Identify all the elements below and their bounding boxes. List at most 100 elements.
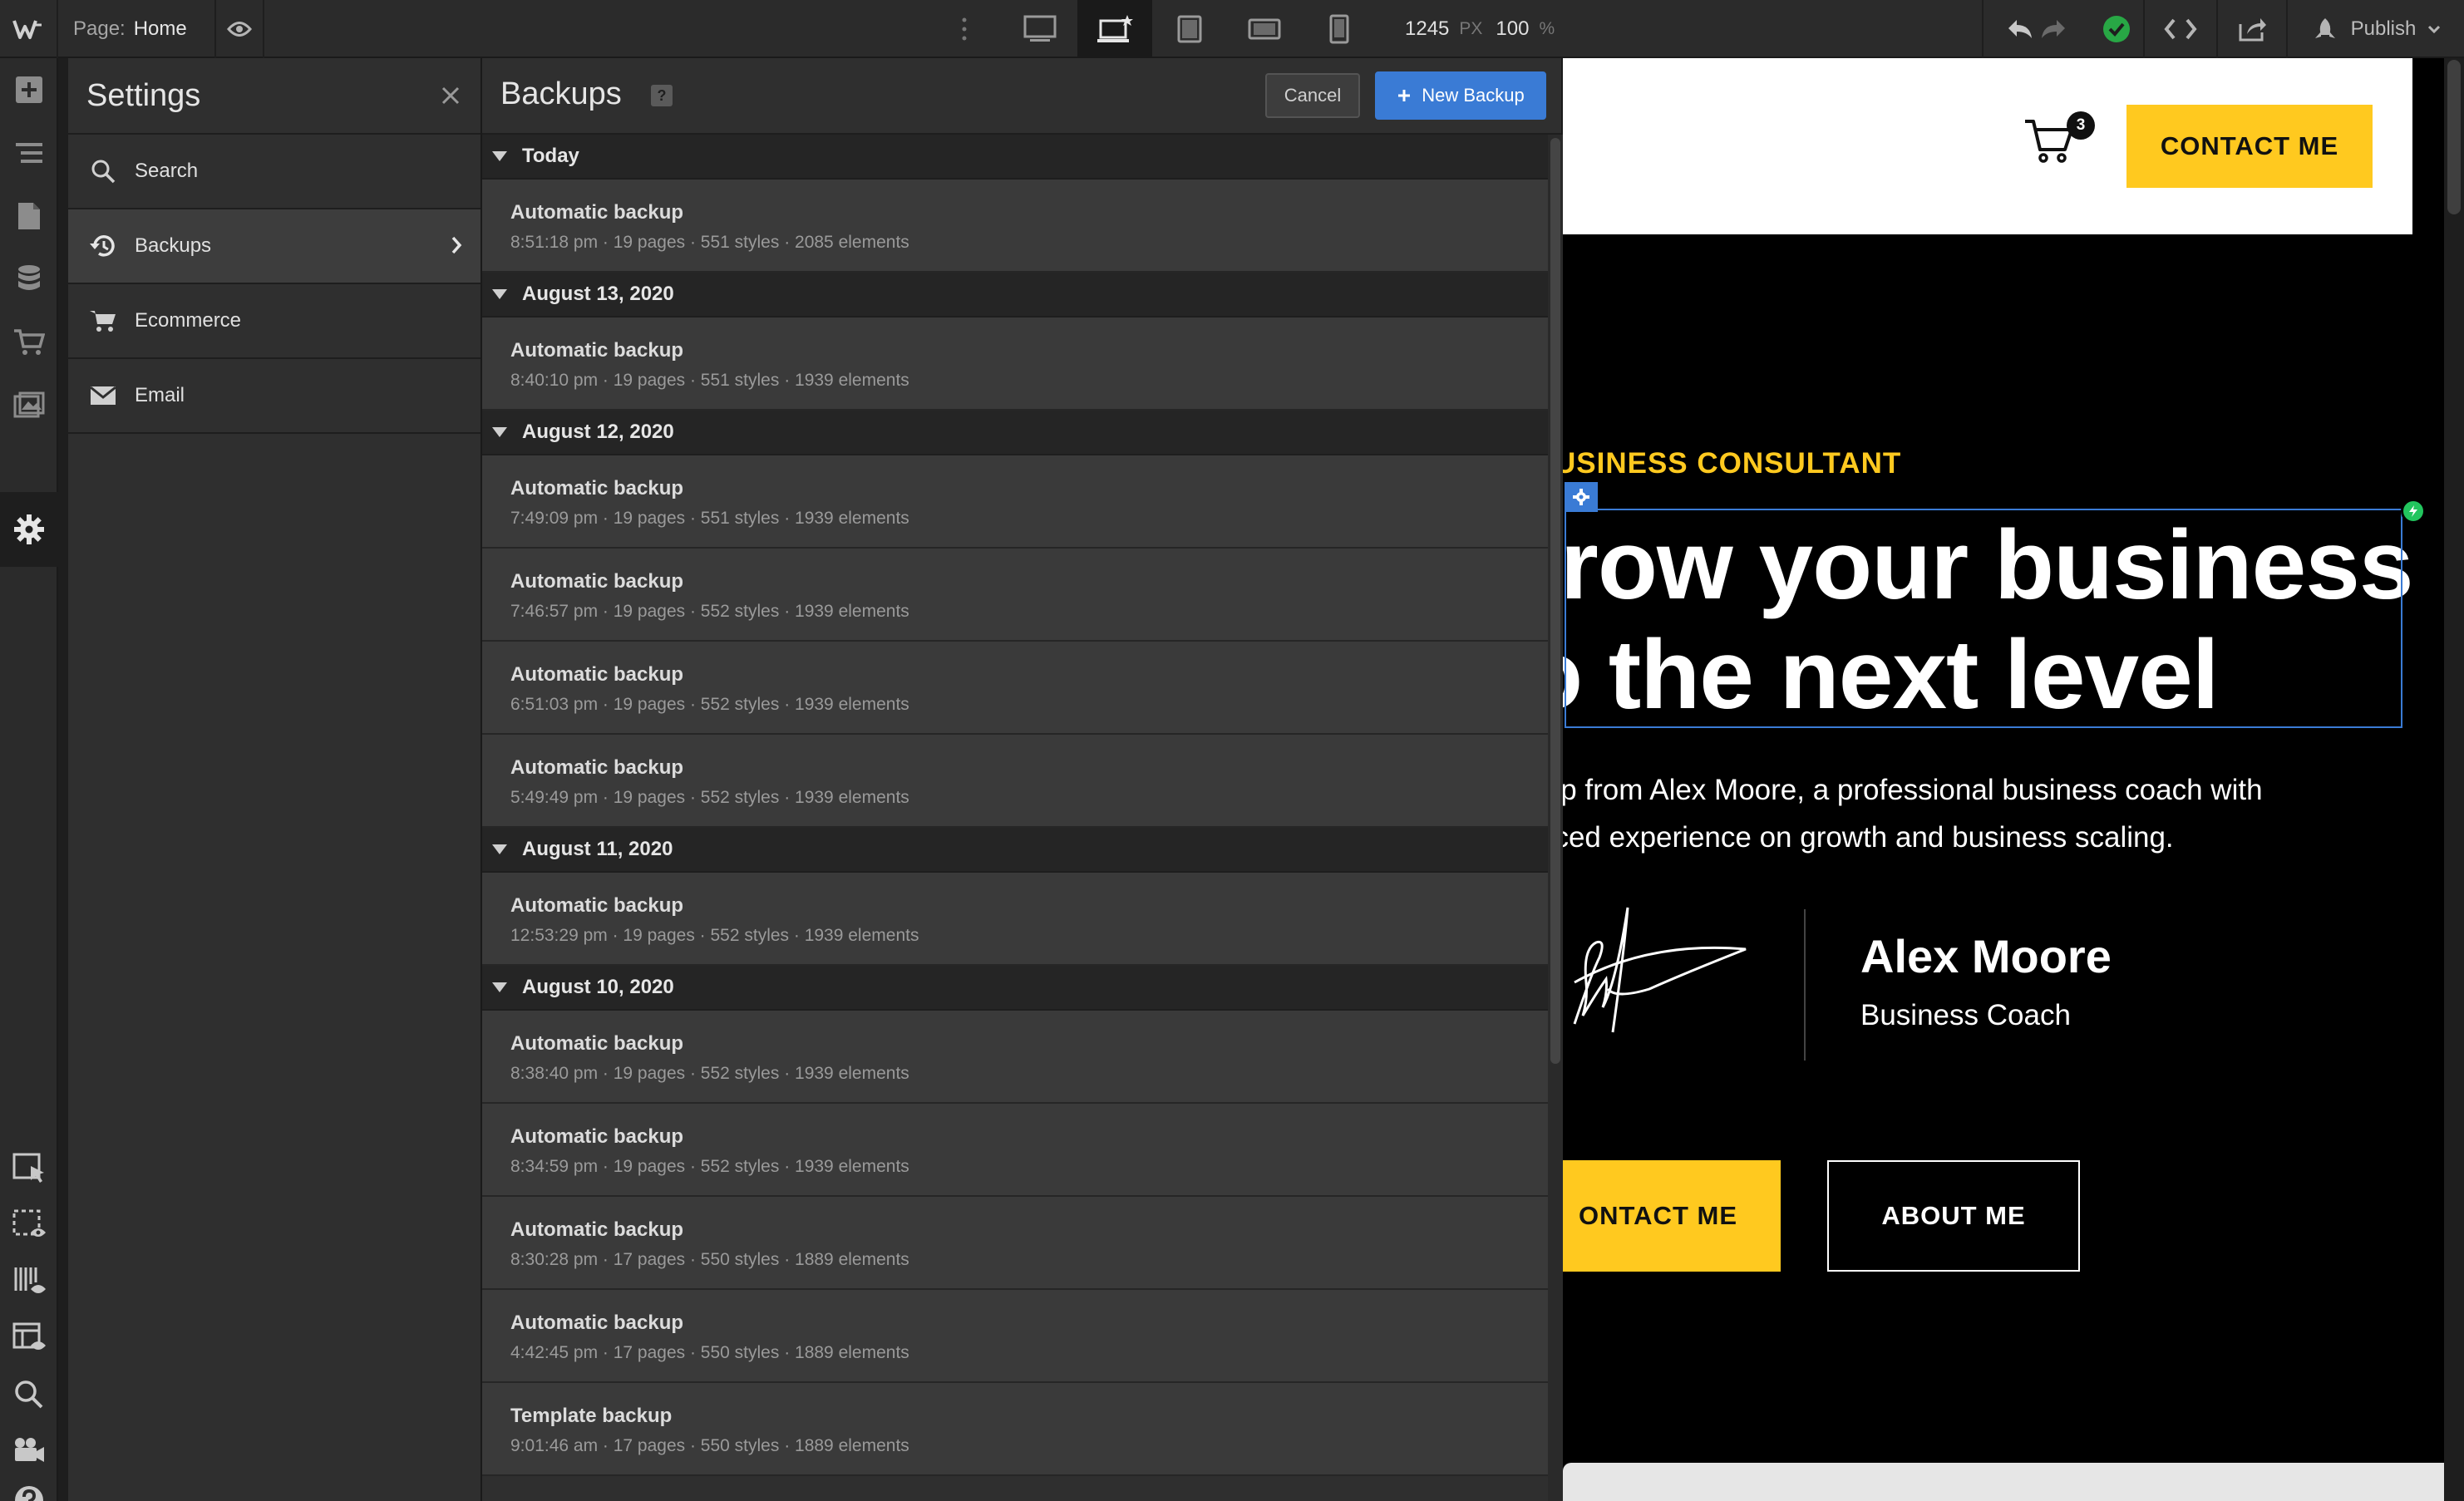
backup-meta: 7:49:09 pm · 19 pages · 551 styles · 193… [510,509,909,528]
settings-item-ecommerce[interactable]: Ecommerce [68,284,480,359]
backup-item[interactable]: Automatic backup 8:38:40 pm · 19 pages · … [482,1011,1548,1104]
design-canvas[interactable]: 3 CONTACT ME USINESS CONSULTANT rrow you… [1563,58,2446,1501]
mobile-portrait-breakpoint-icon[interactable] [1302,0,1377,58]
paragraph-line: elp from Alex Moore, a professional busi… [1563,774,2263,806]
desktop-breakpoint-icon[interactable] [1003,0,1077,58]
hero-contact-button[interactable]: ONTACT ME [1563,1160,1781,1272]
scrollbar-thumb[interactable] [2447,60,2461,214]
cancel-button[interactable]: Cancel [1265,73,1360,118]
settings-title: Settings [86,77,201,113]
caret-down-icon [492,844,507,854]
backup-name: Automatic backup [510,894,684,917]
backup-item[interactable]: Automatic backup 8:30:28 pm · 17 pages · … [482,1197,1548,1290]
coach-role[interactable]: Business Coach [1860,999,2071,1032]
settings-item-backups[interactable]: Backups [68,209,480,284]
add-elements-icon[interactable] [0,58,58,121]
canvas-size-readout[interactable]: 1245 PX 100 % [1405,0,1555,58]
caret-down-icon [492,151,507,161]
publish-button[interactable]: Publish [2286,0,2464,58]
coach-name[interactable]: Alex Moore [1860,929,2112,983]
top-toolbar: Page: Home 1245 PX 100 % Publish [0,0,2464,58]
status-check-icon[interactable] [2090,0,2143,58]
backup-item[interactable]: Automatic backup 12:53:29 pm · 19 pages ·… [482,873,1548,966]
envelope-icon [88,381,118,411]
settings-item-email[interactable]: Email [68,359,480,434]
backup-meta: 7:46:57 pm · 19 pages · 552 styles · 193… [510,602,909,621]
backup-item[interactable]: Automatic backup 5:49:49 pm · 19 pages · … [482,735,1548,828]
settings-item-search[interactable]: Search [68,135,480,209]
backup-item[interactable]: Template backup 9:01:46 am · 17 pages · 5… [482,1383,1548,1476]
select-element-icon[interactable] [0,1137,58,1200]
navigator-icon[interactable] [0,121,58,185]
more-vertical-icon[interactable] [949,0,979,58]
backup-name: Template backup [510,1405,673,1427]
ecommerce-cart-icon[interactable] [0,311,58,374]
x-ray-mode-icon[interactable] [0,1250,58,1313]
settings-item-label: Email [135,384,185,406]
backup-item[interactable]: Automatic backup 6:51:03 pm · 19 pages · … [482,642,1548,735]
share-icon[interactable] [2216,0,2286,58]
backup-item[interactable]: Automatic backup 8:51:18 pm · 19 pages · … [482,180,1548,273]
backup-group-header[interactable]: August 11, 2020 [482,828,1548,873]
backups-panel: Backups ? Cancel New Backup Today Automa… [482,58,1563,1501]
backup-name: Automatic backup [510,201,684,224]
page-selector[interactable]: Page: Home [73,0,187,58]
pages-icon[interactable] [0,185,58,248]
page-label: Page: [73,17,126,40]
page-name: Home [133,17,187,40]
backup-meta: 4:42:45 pm · 17 pages · 550 styles · 188… [510,1343,909,1362]
about-me-button[interactable]: ABOUT ME [1827,1160,2080,1272]
undo-redo-group [1982,0,2090,58]
laptop-breakpoint-icon[interactable] [1077,0,1152,58]
help-icon[interactable] [0,1471,58,1501]
backup-list: Today Automatic backup 8:51:18 pm · 19 pa… [482,135,1548,1476]
mobile-landscape-breakpoint-icon[interactable] [1227,0,1302,58]
plus-icon [1398,90,1411,101]
canvas-width[interactable]: 1245 [1405,17,1449,41]
tablet-breakpoint-icon[interactable] [1152,0,1227,58]
show-edges-icon[interactable] [0,1193,58,1257]
preview-eye-icon[interactable] [214,0,264,58]
backup-item[interactable]: Automatic backup 8:40:10 pm · 19 pages · … [482,317,1548,411]
search-icon[interactable] [0,1363,58,1426]
code-export-icon[interactable] [2143,0,2216,58]
backup-group-header[interactable]: August 13, 2020 [482,273,1548,317]
backup-group-header[interactable]: August 10, 2020 [482,966,1548,1011]
element-settings-gear-icon[interactable] [1565,482,1598,512]
help-badge-icon[interactable]: ? [651,85,673,106]
settings-gear-icon[interactable] [0,492,58,567]
assets-icon[interactable] [0,374,58,437]
backup-item[interactable]: Automatic backup 7:49:09 pm · 19 pages · … [482,455,1548,549]
backup-item[interactable]: Automatic backup 4:42:45 pm · 17 pages · … [482,1290,1548,1383]
header-contact-button[interactable]: CONTACT ME [2126,105,2373,188]
hero-eyebrow[interactable]: USINESS CONSULTANT [1563,447,1901,480]
canvas-zoom[interactable]: 100 [1496,17,1529,41]
backup-name: Automatic backup [510,477,684,500]
undo-redo-icon[interactable] [2003,17,2070,42]
cms-database-icon[interactable] [0,248,58,311]
webflow-logo-icon[interactable] [0,0,58,58]
backup-item[interactable]: Automatic backup 8:34:59 pm · 19 pages · … [482,1104,1548,1197]
backup-item[interactable]: Automatic backup 7:46:57 pm · 19 pages · … [482,549,1548,642]
publish-label: Publish [2350,17,2417,40]
interaction-bolt-icon[interactable] [2401,499,2426,524]
canvas-scrollbar[interactable] [2444,58,2464,1501]
backup-group-date: August 11, 2020 [522,838,673,860]
backup-group-date: August 12, 2020 [522,421,674,443]
backups-header: Backups ? Cancel New Backup [482,58,1561,135]
search-icon [88,156,118,186]
new-backup-button[interactable]: New Backup [1375,71,1546,120]
signature-image [1573,907,1747,1033]
scrollbar-thumb[interactable] [1550,138,1560,1064]
close-icon[interactable] [441,86,461,106]
backup-list-scrollbar[interactable] [1548,135,1563,1501]
caret-down-icon [492,289,507,299]
settings-header: Settings [68,58,480,135]
new-backup-label: New Backup [1422,85,1525,106]
backup-group-header[interactable]: August 12, 2020 [482,411,1548,455]
backup-meta: 9:01:46 am · 17 pages · 550 styles · 188… [510,1436,909,1455]
backup-group-header[interactable]: Today [482,135,1548,180]
preview-layout-icon[interactable] [0,1307,58,1370]
hero-paragraph[interactable]: elp from Alex Moore, a professional busi… [1563,766,2263,861]
canvas-zoom-unit: % [1539,19,1555,38]
